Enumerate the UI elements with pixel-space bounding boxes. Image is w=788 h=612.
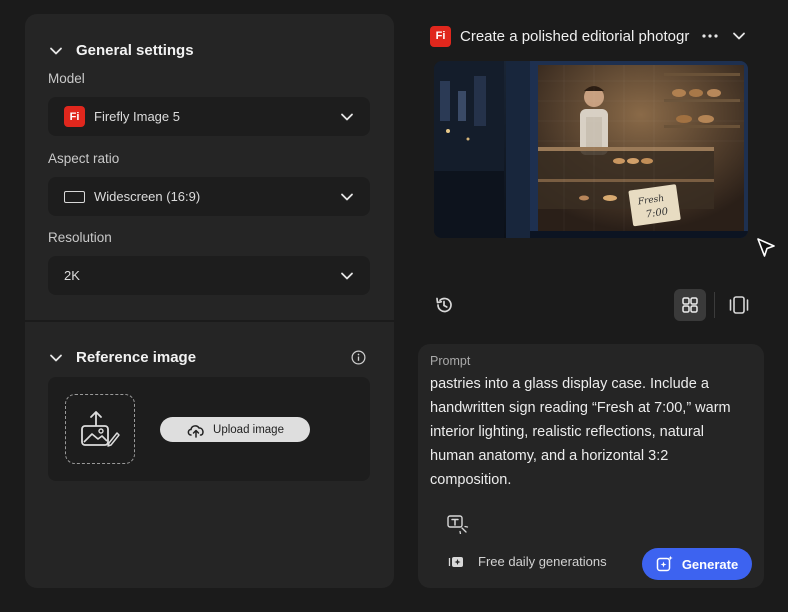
cursor-arrow-icon	[757, 238, 775, 257]
free-generations-info: Free daily generations	[448, 554, 607, 569]
free-generations-label: Free daily generations	[478, 554, 607, 569]
text-style-icon[interactable]	[447, 514, 469, 534]
upload-image-label: Upload image	[213, 423, 284, 436]
general-settings-header[interactable]: General settings	[49, 42, 194, 59]
info-icon[interactable]	[351, 350, 366, 365]
model-value: Firefly Image 5	[94, 109, 180, 124]
reference-image-header[interactable]: Reference image	[49, 349, 196, 366]
resolution-select[interactable]: 2K	[48, 256, 370, 295]
cloud-upload-icon	[187, 424, 204, 438]
reference-image-title: Reference image	[76, 349, 197, 366]
upload-image-button[interactable]: Upload image	[160, 417, 310, 442]
prompt-textarea[interactable]: pastries into a glass display case. Incl…	[430, 372, 750, 492]
aspect-ratio-value: Widescreen (16:9)	[94, 189, 201, 204]
generation-header: Fi Create a polished editorial photogra	[430, 25, 760, 47]
generation-title: Create a polished editorial photogra	[460, 27, 690, 45]
generated-image[interactable]: Fresh 7:00	[434, 61, 748, 238]
credits-icon	[448, 556, 463, 567]
section-divider	[25, 320, 394, 322]
firefly-logo-icon: Fi	[430, 25, 451, 47]
model-label: Model	[48, 71, 85, 86]
prompt-label: Prompt	[430, 354, 471, 368]
prompt-panel: Prompt pastries into a glass display cas…	[418, 344, 764, 588]
aspect-ratio-label: Aspect ratio	[48, 151, 120, 166]
settings-panel: General settings Model Fi Firefly Image …	[25, 14, 394, 588]
general-settings-title: General settings	[76, 42, 194, 59]
chevron-down-icon	[50, 47, 62, 54]
resolution-value: 2K	[64, 268, 80, 283]
chevron-down-icon	[50, 354, 62, 361]
firefly-logo-icon: Fi	[64, 106, 85, 127]
generate-button[interactable]: Generate	[642, 548, 752, 580]
chevron-down-icon[interactable]	[732, 29, 746, 43]
image-drop-zone[interactable]	[65, 394, 135, 464]
resolution-label: Resolution	[48, 230, 112, 245]
image-upload-icon	[81, 411, 120, 447]
chevron-down-icon	[341, 272, 353, 279]
grid-view-button[interactable]	[674, 289, 706, 321]
generate-sparkle-icon	[656, 555, 673, 572]
toolbar-divider	[714, 292, 715, 318]
widescreen-icon	[64, 190, 85, 203]
chevron-down-icon	[341, 193, 353, 200]
reference-image-area: Upload image	[48, 377, 370, 481]
bakery-photo: Fresh 7:00	[434, 61, 748, 238]
view-toolbar	[430, 288, 760, 322]
carousel-view-icon[interactable]	[728, 295, 750, 315]
grid-icon	[682, 297, 698, 313]
generate-label: Generate	[681, 556, 739, 572]
history-icon[interactable]	[434, 295, 454, 315]
model-select[interactable]: Fi Firefly Image 5	[48, 97, 370, 136]
more-options-icon[interactable]	[701, 30, 719, 42]
chevron-down-icon	[341, 113, 353, 120]
aspect-ratio-select[interactable]: Widescreen (16:9)	[48, 177, 370, 216]
